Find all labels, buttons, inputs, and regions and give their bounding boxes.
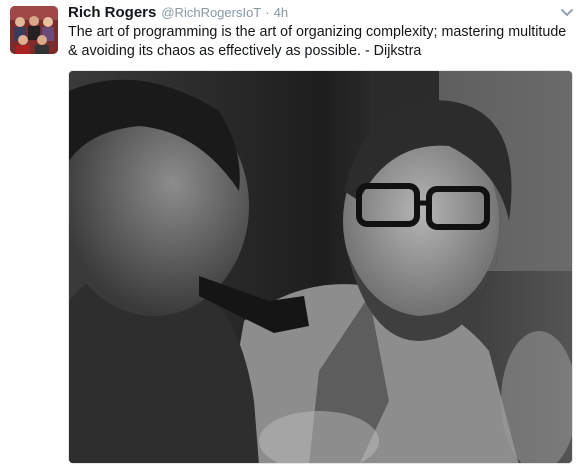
photo-image [69,71,572,463]
chevron-down-icon[interactable] [560,6,574,20]
author-name[interactable]: Rich Rogers [68,4,156,21]
tweet-photo[interactable] [68,70,573,464]
tweet-text: The art of programming is the art of org… [68,24,567,59]
timestamp[interactable]: 4h [274,5,288,20]
tweet-header: Rich Rogers @RichRogersIoT · 4h [68,4,288,24]
tweet[interactable]: Rich Rogers @RichRogersIoT · 4h The art … [0,0,580,475]
separator-dot: · [265,5,270,20]
avatar[interactable] [10,6,58,54]
avatar-image [10,6,58,54]
author-handle[interactable]: @RichRogersIoT [161,5,261,20]
